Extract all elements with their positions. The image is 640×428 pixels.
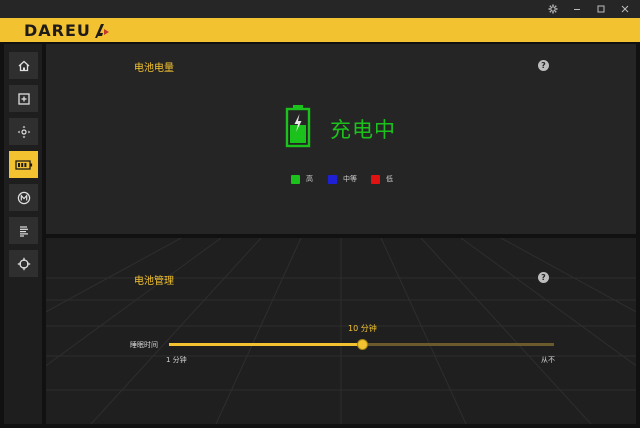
sleep-time-label: 睡眠时间 xyxy=(130,341,158,349)
minimize-icon[interactable] xyxy=(566,1,588,17)
gear-icon[interactable] xyxy=(542,1,564,17)
battery-management-panel: 电池管理 ? xyxy=(46,238,636,424)
charging-status: 充电中 xyxy=(330,118,396,142)
grid-floor-background xyxy=(46,238,636,424)
crosshair-icon xyxy=(17,257,30,270)
slider-thumb[interactable] xyxy=(356,339,368,350)
battery-level-panel: 电池电量 ? 充电中 高 中等 低 xyxy=(46,44,636,234)
help-icon[interactable]: ? xyxy=(538,272,549,283)
sidebar xyxy=(4,44,42,424)
home-icon xyxy=(18,60,29,71)
legend-swatch-high xyxy=(291,174,300,184)
battery-icon xyxy=(14,159,32,170)
brand-bar: DAREU xyxy=(0,18,640,42)
legend-medium: 中等 xyxy=(328,174,357,184)
slider-current-value: 10 分钟 xyxy=(348,324,377,333)
main-content: 电池电量 ? 充电中 高 中等 低 电池管理 ? 睡眠时间 10 分钟 1 分钟… xyxy=(46,44,636,424)
help-icon[interactable]: ? xyxy=(538,60,549,71)
macro-m-icon xyxy=(17,191,30,204)
maximize-icon[interactable] xyxy=(590,1,612,17)
slider-fill xyxy=(169,343,362,346)
charging-battery-icon xyxy=(285,105,311,148)
legend-label-low: 低 xyxy=(386,175,393,183)
sidebar-item-crosshair[interactable] xyxy=(9,250,38,277)
legend-swatch-low xyxy=(371,174,380,184)
legend-label-medium: 中等 xyxy=(343,175,357,183)
add-square-icon xyxy=(17,92,30,105)
sidebar-item-move[interactable] xyxy=(9,118,38,145)
legend-swatch-medium xyxy=(328,174,337,184)
sidebar-item-list[interactable] xyxy=(9,217,38,244)
slider-min-label: 1 分钟 xyxy=(166,356,187,364)
legend-high: 高 xyxy=(291,174,313,184)
list-lines-icon xyxy=(19,225,28,237)
legend-low: 低 xyxy=(371,174,393,184)
legend-label-high: 高 xyxy=(306,175,313,183)
app-window: DAREU 电池电量 ? 充电中 高 中等 低 电池管理 ? 睡眠时间 10 分… xyxy=(0,0,640,428)
brand-name: DAREU xyxy=(24,21,91,40)
logo-mark-icon xyxy=(94,23,109,38)
battery-level-title: 电池电量 xyxy=(134,63,174,74)
slider-max-label: 从不 xyxy=(541,356,555,364)
dareu-logo: DAREU xyxy=(24,21,110,40)
close-icon[interactable] xyxy=(614,1,636,17)
move-arrows-icon xyxy=(17,125,30,138)
sidebar-item-home[interactable] xyxy=(9,52,38,79)
battery-management-title: 电池管理 xyxy=(134,276,174,287)
sleep-time-slider[interactable] xyxy=(169,339,554,350)
sidebar-item-add[interactable] xyxy=(9,85,38,112)
sidebar-item-macro[interactable] xyxy=(9,184,38,211)
sidebar-item-battery[interactable] xyxy=(9,151,38,178)
title-bar xyxy=(0,0,640,18)
